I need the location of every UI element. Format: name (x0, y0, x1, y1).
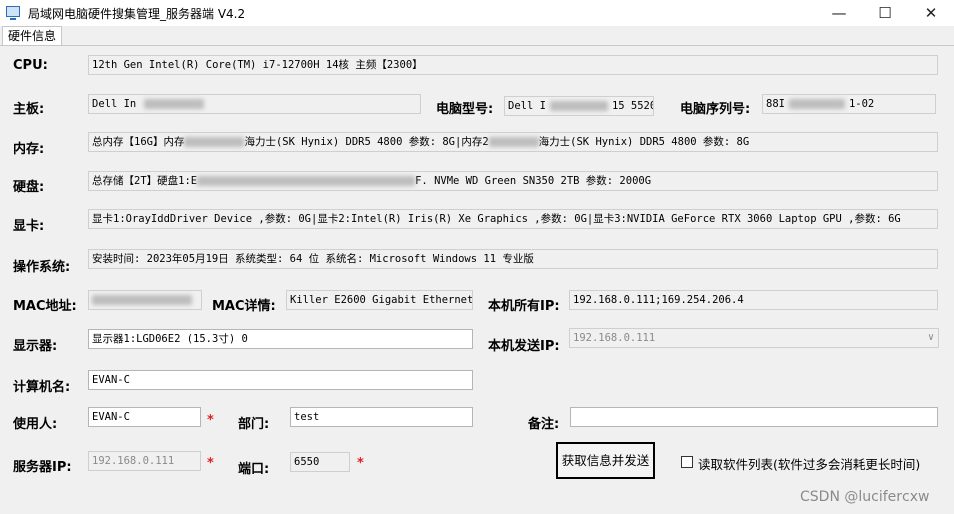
disk-field[interactable]: 总存储【2T】硬盘1:E F. NVMe WD Green SN350 2TB 参… (88, 171, 938, 191)
board-label: 主板: (13, 102, 45, 117)
port-field[interactable]: 6550 (290, 452, 350, 472)
board-redacted (144, 99, 205, 109)
send-ip-value: 192.168.0.111 (573, 332, 656, 344)
app-icon (6, 6, 20, 20)
model-field-suffix: 15 5520 (611, 100, 654, 112)
model-field[interactable]: Dell I 15 5520 (504, 96, 654, 116)
disk-label: 硬盘: (13, 180, 45, 195)
port-label: 端口: (238, 462, 270, 477)
mac-redacted (92, 295, 192, 305)
minimize-button[interactable]: — (816, 0, 862, 26)
read-software-checkbox[interactable] (681, 456, 693, 468)
send-ip-label: 本机发送IP: (488, 339, 560, 354)
os-field[interactable]: 安装时间: 2023年05月19日 系统类型: 64 位 系统名: Micros… (88, 249, 938, 269)
all-ip-field[interactable]: 192.168.0.111;169.254.206.4 (569, 290, 938, 310)
memory-redacted-2 (488, 137, 539, 147)
chevron-down-icon: ∨ (927, 332, 934, 343)
model-redacted (549, 101, 608, 111)
fetch-and-send-button[interactable]: 获取信息并发送 (556, 442, 655, 479)
watermark: CSDN @luciferсxw (800, 489, 930, 505)
model-field-prefix: Dell I (508, 100, 546, 112)
server-ip-required-mark: * (207, 456, 214, 471)
monitor-label: 显示器: (13, 339, 58, 354)
computer-name-label: 计算机名: (13, 380, 71, 395)
user-label: 使用人: (13, 417, 58, 432)
send-ip-select[interactable]: 192.168.0.111 ∨ (569, 328, 939, 348)
cpu-label: CPU: (13, 58, 48, 73)
os-label: 操作系统: (13, 260, 71, 275)
gpu-field[interactable]: 显卡1:OrayIddDriver Device ,参数: 0G|显卡2:Int… (88, 209, 938, 229)
monitor-field[interactable]: 显示器1:LGD06E2 (15.3寸) 0 (88, 329, 473, 349)
user-field[interactable]: EVAN-C (88, 407, 201, 427)
serial-redacted (788, 99, 845, 109)
server-ip-field[interactable]: 192.168.0.111 (88, 451, 201, 471)
disk-redacted (197, 176, 416, 186)
mac-field[interactable] (88, 290, 202, 310)
close-button[interactable]: ✕ (908, 0, 954, 26)
user-required-mark: * (207, 413, 214, 428)
remark-field[interactable] (570, 407, 938, 427)
department-label: 部门: (238, 417, 270, 432)
serial-field[interactable]: 88I 1-02 (762, 94, 936, 114)
board-field-prefix: Dell In (92, 98, 137, 110)
all-ip-label: 本机所有IP: (488, 299, 560, 314)
tab-strip: 硬件信息 (0, 26, 954, 46)
department-field[interactable]: test (290, 407, 473, 427)
mac-label: MAC地址: (13, 299, 77, 314)
gpu-label: 显卡: (13, 219, 45, 234)
memory-field[interactable]: 总内存【16G】内存 海力士(SK Hynix) DDR5 4800 参数: 8G… (88, 132, 938, 152)
disk-value-prefix: 总存储【2T】硬盘1:E (92, 175, 198, 187)
port-required-mark: * (357, 456, 364, 471)
serial-label: 电脑序列号: (680, 102, 751, 117)
remark-label: 备注: (528, 417, 560, 432)
mac-detail-label: MAC详情: (212, 299, 276, 314)
window-title: 局域网电脑硬件搜集管理_服务器端 V4.2 (28, 7, 246, 21)
memory-redacted-1 (184, 137, 245, 147)
computer-name-field[interactable]: EVAN-C (88, 370, 473, 390)
model-label: 电脑型号: (436, 102, 494, 117)
memory-value-b: 海力士(SK Hynix) DDR5 4800 参数: 8G|内存2 (244, 136, 489, 148)
cpu-field[interactable]: 12th Gen Intel(R) Core(TM) i7-12700H 14核… (88, 55, 938, 75)
maximize-button[interactable]: ☐ (862, 0, 908, 26)
read-software-label: 读取软件列表(软件过多会消耗更长时间) (698, 457, 921, 472)
board-field[interactable]: Dell In (88, 94, 421, 114)
title-bar: 局域网电脑硬件搜集管理_服务器端 V4.2 — ☐ ✕ (0, 0, 954, 26)
tab-hardware-info[interactable]: 硬件信息 (2, 26, 62, 46)
serial-field-prefix: 88I (766, 98, 785, 110)
memory-value-c: 海力士(SK Hynix) DDR5 4800 参数: 8G (538, 136, 750, 148)
serial-field-suffix: 1-02 (848, 98, 875, 110)
memory-value-a: 总内存【16G】内存 (92, 136, 185, 148)
server-ip-label: 服务器IP: (13, 460, 72, 475)
disk-value-suffix: F. NVMe WD Green SN350 2TB 参数: 2000G (415, 175, 652, 187)
mac-detail-field[interactable]: Killer E2600 Gigabit Ethernet (286, 290, 473, 310)
memory-label: 内存: (13, 142, 45, 157)
